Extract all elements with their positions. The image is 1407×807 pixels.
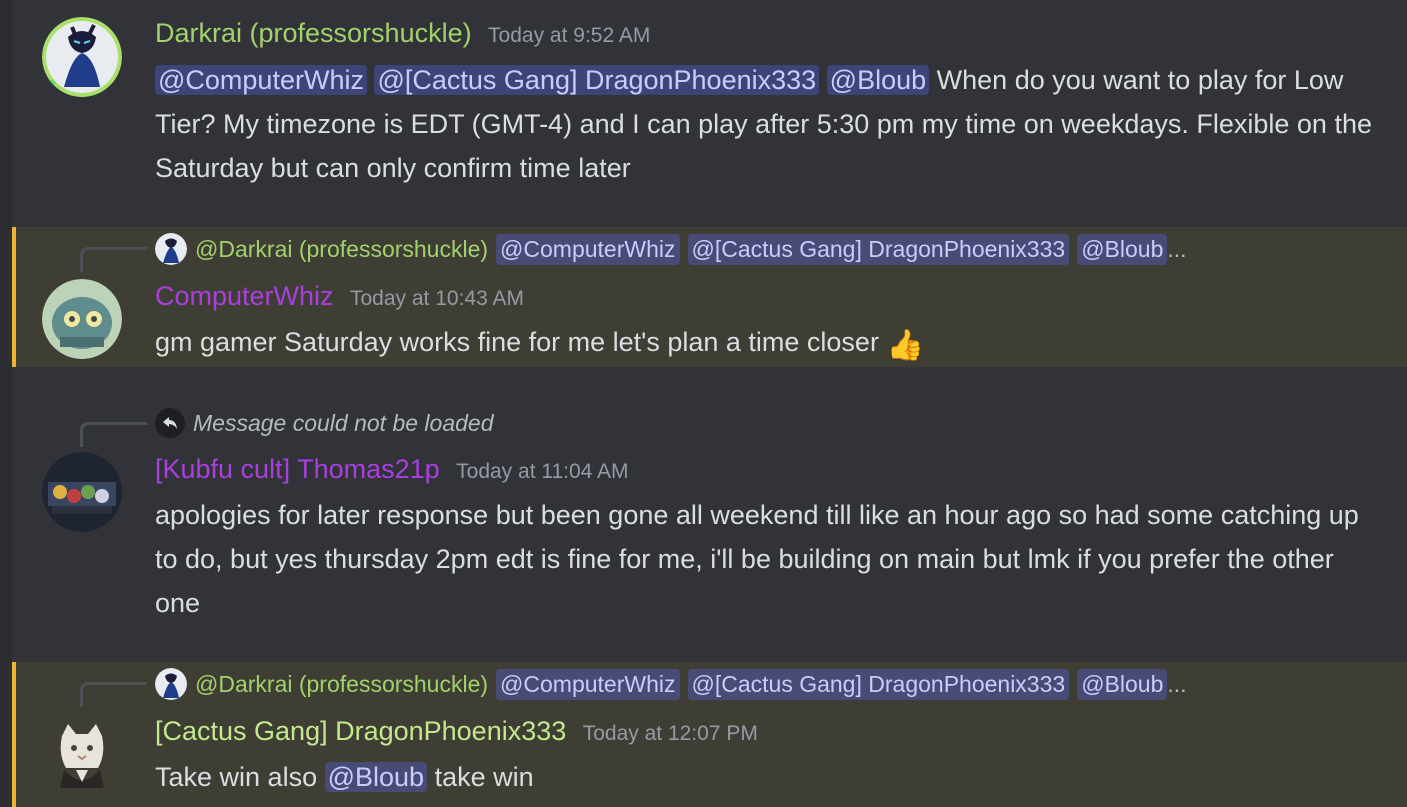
message-3[interactable]: Message could not be loaded [Kubfu cult]… bbox=[12, 385, 1407, 650]
mention-bloub[interactable]: @Bloub bbox=[826, 65, 930, 95]
reply-mention-computerwhiz[interactable]: @ComputerWhiz bbox=[496, 668, 680, 700]
message-content: apologies for later response but been go… bbox=[155, 493, 1385, 625]
reply-preview[interactable]: @Darkrai (professorshuckle) @ComputerWhi… bbox=[155, 668, 1345, 700]
cat-avatar-icon[interactable] bbox=[42, 714, 122, 794]
message-content: gm gamer Saturday works fine for me let'… bbox=[155, 320, 1385, 368]
timestamp[interactable]: Today at 11:04 AM bbox=[456, 460, 628, 483]
darkrai-mini-avatar-icon bbox=[155, 233, 187, 265]
message-1[interactable]: Darkrai (professorshuckle) Today at 9:52… bbox=[12, 0, 1407, 210]
reply-ellipsis: ... bbox=[1167, 235, 1187, 262]
darkrai-mini-avatar-icon bbox=[155, 668, 187, 700]
channel-left-strip bbox=[0, 0, 12, 807]
mention-computerwhiz[interactable]: @ComputerWhiz bbox=[155, 65, 367, 95]
author-name[interactable]: Darkrai (professorshuckle) bbox=[155, 18, 472, 48]
reply-mention-dragonphoenix[interactable]: @[Cactus Gang] DragonPhoenix333 bbox=[687, 668, 1070, 700]
mention-bloub[interactable]: @Bloub bbox=[324, 762, 428, 792]
computerwhiz-avatar-icon[interactable] bbox=[42, 279, 122, 359]
reply-arrow-icon bbox=[155, 408, 185, 438]
author-name[interactable]: [Cactus Gang] DragonPhoenix333 bbox=[155, 716, 566, 746]
timestamp[interactable]: Today at 12:07 PM bbox=[583, 722, 758, 745]
reply-author[interactable]: @Darkrai (professorshuckle) bbox=[195, 236, 488, 263]
message-text-after: take win bbox=[434, 762, 534, 792]
message-text: apologies for later response but been go… bbox=[155, 500, 1359, 618]
author-name[interactable]: ComputerWhiz bbox=[155, 281, 334, 311]
mention-dragonphoenix[interactable]: @[Cactus Gang] DragonPhoenix333 bbox=[374, 65, 820, 95]
message-header: [Kubfu cult] Thomas21p Today at 11:04 AM bbox=[155, 454, 629, 485]
message-text: When do you want to bbox=[936, 65, 1191, 95]
thumbs-up-emoji-icon[interactable]: 👍 bbox=[886, 329, 923, 362]
message-header: Darkrai (professorshuckle) Today at 9:52… bbox=[155, 18, 650, 49]
reply-author[interactable]: @Darkrai (professorshuckle) bbox=[195, 671, 488, 698]
reply-connector bbox=[80, 247, 147, 272]
timestamp[interactable]: Today at 10:43 AM bbox=[350, 287, 524, 310]
reply-mention-bloub[interactable]: @Bloub bbox=[1077, 668, 1168, 700]
message-4[interactable]: @Darkrai (professorshuckle) @ComputerWhi… bbox=[12, 662, 1407, 807]
thomas-avatar-icon[interactable] bbox=[42, 452, 122, 532]
timestamp[interactable]: Today at 9:52 AM bbox=[488, 24, 650, 47]
reply-mention-bloub[interactable]: @Bloub bbox=[1077, 233, 1168, 265]
message-content: @ComputerWhiz @[Cactus Gang] DragonPhoen… bbox=[155, 58, 1385, 190]
reply-preview[interactable]: Message could not be loaded bbox=[155, 408, 1345, 438]
message-text: gm gamer Saturday works fine for me let'… bbox=[155, 327, 879, 357]
reply-connector bbox=[80, 682, 147, 707]
reply-mention-dragonphoenix[interactable]: @[Cactus Gang] DragonPhoenix333 bbox=[687, 233, 1070, 265]
reply-connector bbox=[80, 422, 147, 447]
message-text: Take win also bbox=[155, 762, 318, 792]
author-name[interactable]: [Kubfu cult] Thomas21p bbox=[155, 454, 440, 484]
message-2[interactable]: @Darkrai (professorshuckle) @ComputerWhi… bbox=[12, 227, 1407, 367]
reply-ellipsis: ... bbox=[1167, 670, 1187, 697]
message-content: Take win also @Bloub take win bbox=[155, 755, 1385, 799]
darkrai-avatar-icon[interactable] bbox=[42, 17, 122, 97]
reply-preview[interactable]: @Darkrai (professorshuckle) @ComputerWhi… bbox=[155, 233, 1345, 265]
message-header: [Cactus Gang] DragonPhoenix333 Today at … bbox=[155, 716, 758, 747]
reply-unloaded-text: Message could not be loaded bbox=[193, 409, 494, 436]
reply-mention-computerwhiz[interactable]: @ComputerWhiz bbox=[496, 233, 680, 265]
message-header: ComputerWhiz Today at 10:43 AM bbox=[155, 281, 524, 312]
